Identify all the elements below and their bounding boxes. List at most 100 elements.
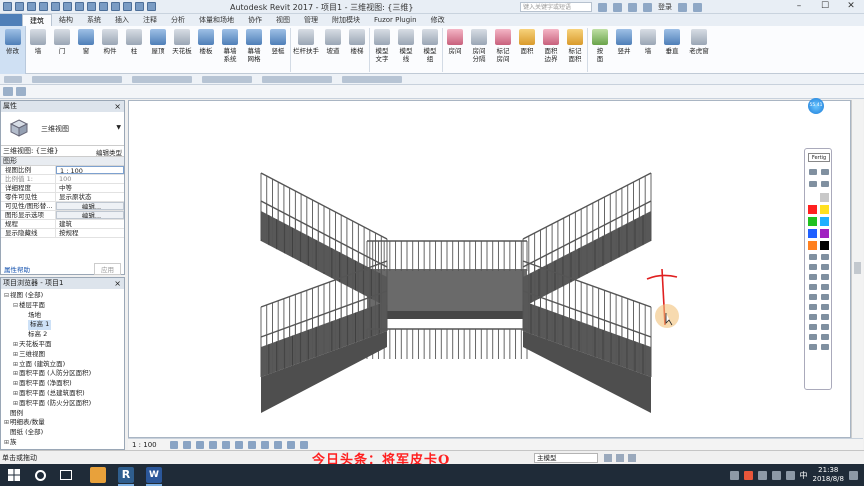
panel-title-select[interactable] — [4, 75, 22, 83]
browser-tree-node[interactable]: ⊞ 面积平面 (防火分区面积) — [1, 399, 124, 409]
draw-tool-icon[interactable] — [821, 334, 829, 340]
draw-tool-icon[interactable] — [809, 324, 817, 330]
search-input[interactable]: 键入关键字或短语 — [520, 2, 592, 12]
print-icon[interactable] — [63, 2, 72, 11]
revit-taskbar-icon[interactable]: R — [118, 467, 134, 486]
app-button[interactable] — [0, 14, 22, 26]
browser-tree-node[interactable]: ⊞ 面积平面 (总建筑面积) — [1, 389, 124, 399]
vg-edit-button[interactable]: 编辑... — [56, 202, 124, 210]
by-face-button[interactable]: 按 面 — [588, 26, 612, 74]
mullion-button[interactable]: 竖梃 — [266, 26, 290, 74]
undo-icon[interactable] — [39, 2, 48, 11]
draw-tool-icon[interactable] — [809, 334, 817, 340]
show-crop-icon[interactable] — [247, 440, 256, 449]
render-icon[interactable] — [221, 440, 230, 449]
tab-fuzor[interactable]: Fuzor Plugin — [367, 14, 424, 26]
sun-path-icon[interactable] — [195, 440, 204, 449]
app-menu-icon[interactable] — [3, 2, 12, 11]
windows-start-icon[interactable] — [8, 469, 20, 481]
draw-tool-icon[interactable] — [821, 254, 829, 260]
browser-tree-node[interactable]: ⊞ 面积平面 (净面积) — [1, 379, 124, 389]
measure-icon[interactable] — [75, 2, 84, 11]
lock-3d-icon[interactable] — [260, 440, 269, 449]
browser-tree-node[interactable]: 标高 1 — [1, 320, 124, 331]
tag-area-button[interactable]: 标记 面积 — [563, 26, 587, 74]
floor-button[interactable]: 楼板 — [194, 26, 218, 74]
draw-tool-icon[interactable] — [821, 284, 829, 290]
star-icon[interactable] — [628, 2, 637, 12]
column-button[interactable]: 柱 — [122, 26, 146, 74]
task-view-icon[interactable] — [60, 470, 72, 480]
room-button[interactable]: 房间 — [443, 26, 467, 74]
type-selector[interactable]: 三维视图 ▼ — [1, 112, 124, 146]
draw-tool-icon[interactable] — [809, 294, 817, 300]
expand-toggle-icon[interactable]: ⊞ — [3, 418, 10, 428]
volume-icon[interactable] — [785, 470, 795, 480]
draw-tool-icon[interactable] — [821, 324, 829, 330]
expand-toggle-icon[interactable]: ⊞ — [3, 438, 10, 448]
draw-tool-icon[interactable] — [821, 304, 829, 310]
maximize-button[interactable]: ☐ — [812, 0, 838, 13]
vertical-opening-button[interactable]: 垂直 — [660, 26, 684, 74]
vertical-scrollbar[interactable] — [851, 100, 863, 438]
close-icon[interactable]: × — [114, 278, 121, 289]
model-selector[interactable]: 主模型 — [534, 453, 598, 463]
login-link[interactable]: 登录 — [658, 2, 672, 12]
expand-toggle-icon[interactable]: ⊞ — [12, 340, 19, 350]
color-swatch[interactable] — [808, 229, 817, 238]
expand-toggle-icon[interactable]: ⊞ — [12, 360, 19, 370]
exchange-icon[interactable] — [678, 2, 687, 12]
expand-toggle-icon[interactable]: ⊞ — [12, 369, 19, 379]
filter-icon[interactable] — [628, 454, 636, 462]
model-text-button[interactable]: 模型 文字 — [370, 26, 394, 74]
tab-massing-site[interactable]: 体量和场地 — [192, 14, 241, 26]
browser-tree-node[interactable]: 图纸 (全部) — [1, 428, 124, 438]
expand-toggle-icon[interactable]: ⊞ — [12, 389, 19, 399]
pen-icon[interactable] — [821, 169, 829, 175]
area-button[interactable]: 面积 — [515, 26, 539, 74]
draw-tool-icon[interactable] — [809, 344, 817, 350]
switch-windows-icon[interactable] — [147, 2, 156, 11]
close-icon[interactable]: × — [114, 101, 121, 112]
clock[interactable]: 21:38 2018/8/8 — [813, 466, 844, 484]
marker-icon[interactable] — [821, 181, 829, 187]
network-icon[interactable] — [771, 470, 781, 480]
ime-indicator[interactable]: 中 — [800, 470, 808, 481]
detail-level-icon[interactable] — [169, 440, 178, 449]
view-scale[interactable]: 1 : 100 — [132, 441, 157, 449]
scroll-thumb[interactable] — [854, 262, 861, 274]
draw-tool-icon[interactable] — [809, 264, 817, 270]
discipline-field[interactable]: 建筑 — [56, 220, 124, 228]
model-line-button[interactable]: 模型 线 — [394, 26, 418, 74]
panel-title-build[interactable] — [32, 75, 122, 83]
word-taskbar-icon[interactable]: W — [146, 467, 162, 486]
temp-hide-icon[interactable] — [273, 440, 282, 449]
filter-icon[interactable] — [16, 87, 26, 96]
tab-structure[interactable]: 结构 — [52, 14, 80, 26]
draw-tool-icon[interactable] — [809, 314, 817, 320]
instance-filter[interactable]: 三维视图: {三维} 编辑类型 — [1, 146, 124, 157]
taskbar-app-icon[interactable] — [90, 467, 106, 483]
pen-icon[interactable] — [809, 169, 817, 175]
curtain-grid-button[interactable]: 幕墙 网格 — [242, 26, 266, 74]
stair-model-3d[interactable] — [129, 101, 851, 438]
graphic-display-edit-button[interactable]: 编辑... — [56, 211, 124, 219]
component-button[interactable]: 构件 — [98, 26, 122, 74]
panel-title-opening[interactable] — [342, 75, 402, 83]
chevron-up-icon[interactable] — [757, 470, 767, 480]
color-swatch[interactable] — [808, 205, 817, 214]
browser-tree-node[interactable]: ⊟ 视图 (全部) — [1, 291, 124, 301]
worksets-icon[interactable] — [604, 454, 612, 462]
subscription-icon[interactable] — [613, 2, 622, 12]
browser-tree-node[interactable]: ⊞ 立面 (建筑立面) — [1, 360, 124, 370]
sogou-icon[interactable] — [743, 470, 753, 480]
shaft-button[interactable]: 竖井 — [612, 26, 636, 74]
parts-visibility-field[interactable]: 显示原状态 — [56, 193, 124, 201]
user-icon[interactable] — [643, 2, 652, 12]
drawing-canvas[interactable] — [128, 100, 851, 438]
expand-toggle-icon[interactable]: ⊟ — [12, 301, 19, 311]
wall-button[interactable]: 墙 — [26, 26, 50, 74]
draw-tool-icon[interactable] — [821, 264, 829, 270]
search-icon[interactable] — [598, 2, 607, 12]
tag-room-button[interactable]: 标记 房间 — [491, 26, 515, 74]
